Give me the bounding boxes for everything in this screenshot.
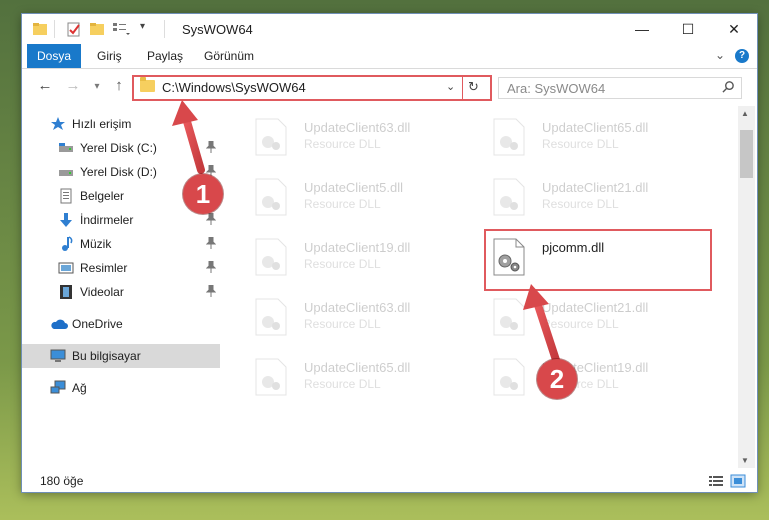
annotation-arrows [172, 100, 560, 364]
arrow-2 [523, 284, 560, 364]
arrow-1 [172, 100, 205, 174]
step-badge-1: 1 [183, 174, 223, 214]
step-badge-2: 2 [537, 359, 577, 399]
